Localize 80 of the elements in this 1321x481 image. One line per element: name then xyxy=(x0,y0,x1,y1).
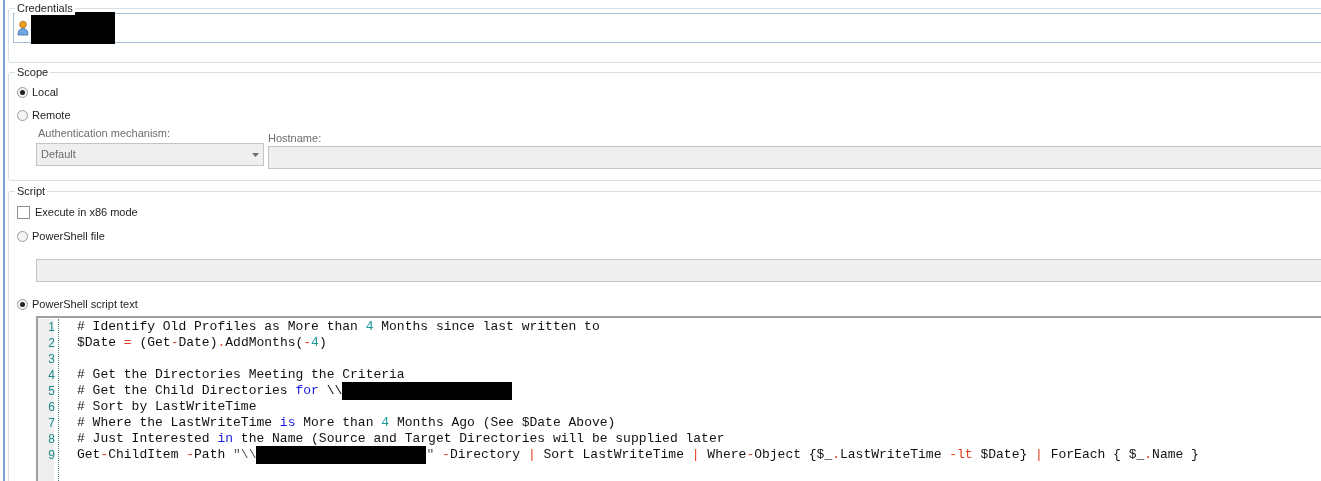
code-token: ) xyxy=(318,335,327,351)
line-number: 5 xyxy=(47,383,56,399)
field-label: Hostname: xyxy=(268,131,322,145)
code-token: the Name (Source and Target Directories will be supplied later xyxy=(239,431,725,447)
hostname-field[interactable] xyxy=(268,146,1321,169)
line-number: 4 xyxy=(47,367,56,383)
line-number: 8 xyxy=(47,431,56,447)
line-number: 2 xyxy=(47,335,56,351)
code-token: "\\ xyxy=(233,447,257,463)
code-token: AddMonths( xyxy=(225,335,304,351)
code-token: 4 xyxy=(365,319,374,335)
code-token: LastWriteTime xyxy=(840,447,943,463)
code-token: Months since last written to xyxy=(380,319,600,335)
code-token: | xyxy=(1035,447,1043,463)
account-field[interactable] xyxy=(13,13,1321,43)
code-token: ChildItem xyxy=(108,447,180,463)
code-token: Months Ago (See $Date Above) xyxy=(395,415,616,431)
radio-button[interactable] xyxy=(17,230,28,242)
group-title: Script xyxy=(15,184,48,198)
code-token: # Sort by LastWriteTime xyxy=(77,399,257,415)
radio-button[interactable] xyxy=(17,86,28,98)
code-token: " xyxy=(426,447,436,463)
powershell-file-field[interactable] xyxy=(36,259,1321,282)
line-number: 6 xyxy=(47,399,56,415)
code-token: More than xyxy=(302,415,375,431)
code-token: Date) xyxy=(178,335,218,351)
code-token: 4 xyxy=(311,335,319,351)
line-number: 1 xyxy=(47,319,56,335)
code-token: # Identify Old Profiles as More than xyxy=(77,319,359,335)
checkbox-label[interactable]: Execute in x86 mode xyxy=(35,203,138,221)
code-token: Sort LastWriteTime xyxy=(542,447,685,463)
code-token: (Get xyxy=(138,335,171,351)
code-token: \\ xyxy=(325,383,343,399)
field-label: Authentication mechanism: xyxy=(38,126,171,140)
code-token: - xyxy=(442,447,450,463)
code-token: 4 xyxy=(381,415,390,431)
code-token: Directory xyxy=(449,447,522,463)
code-token: - xyxy=(186,447,195,463)
code-token: for xyxy=(295,383,319,399)
code-token: - xyxy=(100,447,109,463)
group-title: Credentials xyxy=(15,1,75,15)
user-icon xyxy=(17,20,29,36)
code-token: ForEach { $_ xyxy=(1049,447,1145,463)
code-token: - xyxy=(170,335,179,351)
dropdown-arrow-icon xyxy=(252,152,259,157)
code-token: $Date} xyxy=(979,447,1029,463)
code-token: -lt xyxy=(949,447,973,463)
line-number: 7 xyxy=(47,415,56,431)
code-token: # Get the Child Directories xyxy=(77,383,289,399)
code-token: $Date xyxy=(77,335,117,351)
code-token: . xyxy=(217,335,226,351)
script-editor[interactable] xyxy=(36,316,1321,481)
line-number: 3 xyxy=(47,351,56,367)
radio-button[interactable] xyxy=(17,109,28,121)
code-token: = xyxy=(123,335,132,351)
code-token: Where xyxy=(706,447,747,463)
code-token: Path xyxy=(194,447,227,463)
code-token: Name } xyxy=(1152,447,1199,463)
group-title: Scope xyxy=(15,65,51,79)
code-token: . xyxy=(1144,447,1153,463)
radio-label[interactable]: Remote xyxy=(32,108,71,122)
code-token: # Get the Directories Meeting the Criteria xyxy=(77,367,405,383)
code-token: | xyxy=(691,447,700,463)
code-token: . xyxy=(832,447,840,463)
code-token: - xyxy=(303,335,312,351)
authentication-dropdown[interactable]: Default xyxy=(36,143,264,166)
radio-label[interactable]: Local xyxy=(32,85,59,99)
checkbox[interactable] xyxy=(17,205,30,219)
code-token: - xyxy=(746,447,755,463)
radio-label[interactable]: PowerShell file xyxy=(32,229,105,243)
code-token: | xyxy=(527,447,536,463)
code-token: Object {$_ xyxy=(754,447,833,463)
radio-label[interactable]: PowerShell script text xyxy=(32,297,138,311)
code-token: Get xyxy=(77,447,101,463)
line-number: 9 xyxy=(47,447,56,463)
radio-button[interactable] xyxy=(17,298,28,310)
code-token: is xyxy=(279,415,296,431)
code-token: # Just Interested xyxy=(77,431,211,447)
code-token: in xyxy=(217,431,234,447)
code-token: # Where the LastWriteTime xyxy=(77,415,274,431)
